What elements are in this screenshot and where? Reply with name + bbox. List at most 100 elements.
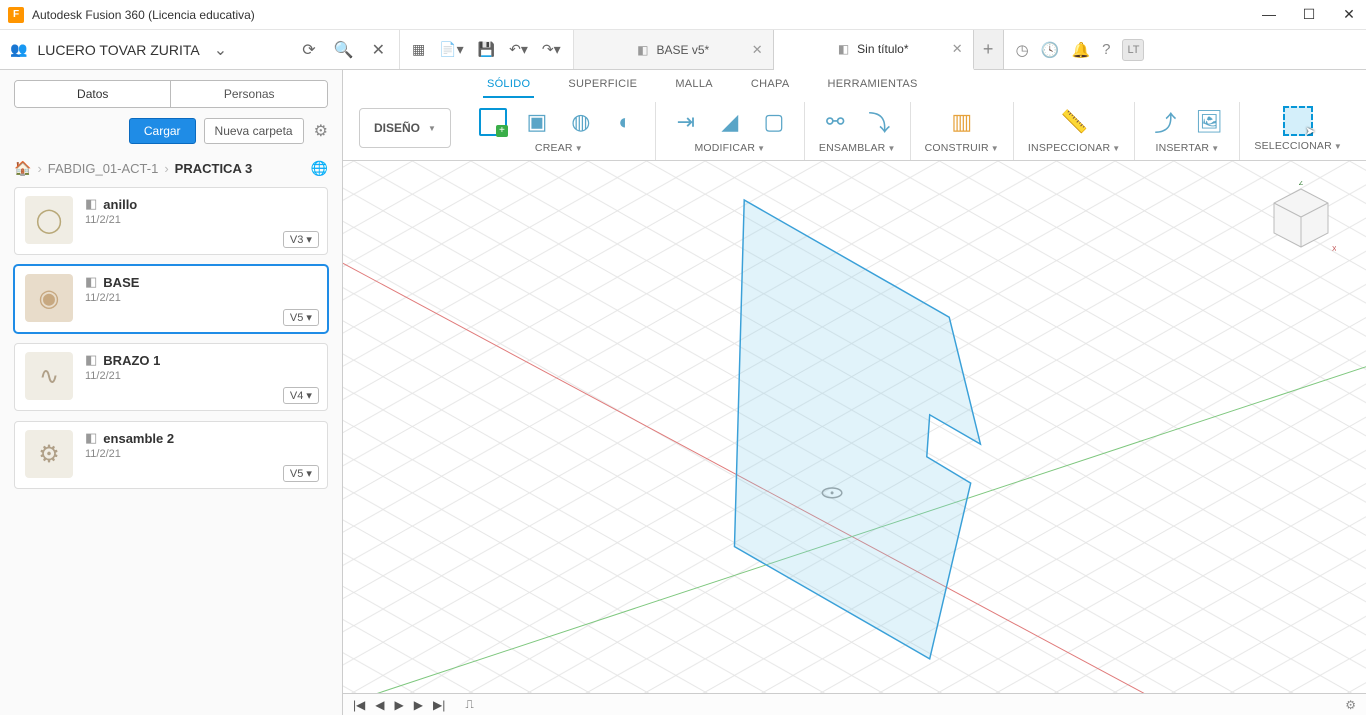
file-card-brazo[interactable]: ∿ ◧BRAZO 1 11/2/21 V4 ▾ xyxy=(14,343,328,411)
ribbon-group-label[interactable]: INSPECCIONAR▼ xyxy=(1028,142,1120,154)
timeline-prev-icon[interactable]: ◀ xyxy=(375,698,384,712)
panel-toggle: Datos Personas xyxy=(14,80,328,108)
fillet-icon[interactable]: ◢ xyxy=(714,106,746,138)
timeline-play-icon[interactable]: ▶ xyxy=(395,698,404,712)
panel-settings-icon[interactable]: ⚙ xyxy=(314,121,328,141)
file-date: 11/2/21 xyxy=(85,448,317,460)
ribbon-group-label[interactable]: CREAR▼ xyxy=(535,142,583,154)
new-folder-button[interactable]: Nueva carpeta xyxy=(204,118,304,144)
viewport[interactable]: Z X xyxy=(343,161,1366,693)
version-dropdown[interactable]: V4 ▾ xyxy=(283,387,319,404)
ribbon-group-create: ▣ ◍ ◐ CREAR▼ xyxy=(463,102,656,160)
timeline-bar: |◀ ◀ ▶ ▶ ▶| ⎍ ⚙ xyxy=(343,693,1366,715)
cube-icon: ◧ xyxy=(85,430,97,446)
create-sketch-icon[interactable] xyxy=(479,108,507,136)
close-panel-icon[interactable]: ✕ xyxy=(368,40,389,60)
people-toggle[interactable]: Personas xyxy=(171,81,326,107)
viewcube[interactable]: Z X xyxy=(1266,181,1336,261)
ribbon-group-modify: ⇥ ◢ ▢ MODIFICAR▼ xyxy=(656,102,805,160)
version-dropdown[interactable]: V5 ▾ xyxy=(283,309,319,326)
timeline-start-icon[interactable]: |◀ xyxy=(353,698,365,712)
plane-icon[interactable]: ▥ xyxy=(946,106,978,138)
share-icon[interactable]: 🌐 xyxy=(311,160,328,177)
ribbon-group-label[interactable]: ENSAMBLAR▼ xyxy=(819,142,896,154)
refresh-icon[interactable]: ⟳ xyxy=(298,40,319,60)
breadcrumb-link[interactable]: FABDIG_01-ACT-1 xyxy=(48,161,159,176)
document-tab-label: BASE v5* xyxy=(656,43,709,57)
titlebar: F Autodesk Fusion 360 (Licencia educativ… xyxy=(0,0,1366,30)
window-minimize-button[interactable]: — xyxy=(1260,6,1278,23)
timeline-end-icon[interactable]: ▶| xyxy=(433,698,445,712)
press-pull-icon[interactable]: ⇥ xyxy=(670,106,702,138)
measure-icon[interactable]: 📏 xyxy=(1058,106,1090,138)
ribbon-tab-solid[interactable]: SÓLIDO xyxy=(483,74,534,98)
save-icon[interactable]: 💾 xyxy=(478,41,495,58)
cube-icon: ◧ xyxy=(838,42,849,56)
select-icon[interactable] xyxy=(1283,106,1313,136)
new-tab-button[interactable]: + xyxy=(974,30,1004,69)
breadcrumb-separator: › xyxy=(37,161,41,176)
upload-button[interactable]: Cargar xyxy=(129,118,196,144)
team-name[interactable]: LUCERO TOVAR ZURITA xyxy=(37,42,199,58)
ribbon-tab-tools[interactable]: HERRAMIENTAS xyxy=(824,74,922,98)
canvas-area: SÓLIDO SUPERFICIE MALLA CHAPA HERRAMIENT… xyxy=(343,70,1366,715)
ribbon-group-label[interactable]: SELECCIONAR▼ xyxy=(1254,140,1342,152)
insert-derive-icon[interactable]: ⤴ xyxy=(1149,106,1181,138)
version-dropdown[interactable]: V5 ▾ xyxy=(283,465,319,482)
timeline-marker-icon[interactable]: ⎍ xyxy=(465,697,473,712)
file-name: BRAZO 1 xyxy=(103,353,160,368)
breadcrumb-separator: › xyxy=(164,161,168,176)
document-tab-untitled[interactable]: ◧ Sin título* ✕ xyxy=(774,30,974,70)
ribbon-tab-sheet[interactable]: CHAPA xyxy=(747,74,794,98)
redo-icon[interactable]: ↷▾ xyxy=(542,41,561,58)
document-tab-base[interactable]: ◧ BASE v5* ✕ xyxy=(574,30,774,69)
job-status-icon[interactable]: 🕓 xyxy=(1041,41,1060,59)
cube-icon: ◧ xyxy=(85,196,97,212)
cylinder-icon[interactable]: ◍ xyxy=(565,106,597,138)
search-icon[interactable]: 🔍 xyxy=(330,40,358,60)
team-icon: 👥 xyxy=(10,41,27,58)
ribbon-tab-mesh[interactable]: MALLA xyxy=(671,74,717,98)
ribbon-group-label[interactable]: INSERTAR▼ xyxy=(1155,142,1219,154)
insert-image-icon[interactable]: 🖼 xyxy=(1193,106,1225,138)
help-icon[interactable]: ? xyxy=(1102,41,1110,58)
as-built-joint-icon[interactable]: ⤵ xyxy=(863,106,895,138)
shell-icon[interactable]: ▢ xyxy=(758,106,790,138)
notifications-icon[interactable]: 🔔 xyxy=(1071,41,1090,59)
header-row: 👥 LUCERO TOVAR ZURITA ⌄ ⟳ 🔍 ✕ ▦ 📄▾ 💾 ↶▾ … xyxy=(0,30,1366,70)
tab-close-icon[interactable]: ✕ xyxy=(952,41,963,57)
chevron-down-icon: ▼ xyxy=(428,124,436,133)
file-card-base[interactable]: ◉ ◧BASE 11/2/21 V5 ▾ xyxy=(14,265,328,333)
box-icon[interactable]: ▣ xyxy=(521,106,553,138)
viewport-canvas[interactable] xyxy=(343,161,1366,693)
ribbon-tab-surface[interactable]: SUPERFICIE xyxy=(564,74,641,98)
timeline-settings-icon[interactable]: ⚙ xyxy=(1345,698,1356,712)
undo-icon[interactable]: ↶▾ xyxy=(509,41,528,58)
joint-icon[interactable]: ⚯ xyxy=(819,106,851,138)
home-icon[interactable]: 🏠 xyxy=(14,160,31,177)
ribbon-group-insert: ⤴ 🖼 INSERTAR▼ xyxy=(1135,102,1240,160)
team-dropdown-icon[interactable]: ⌄ xyxy=(210,40,231,60)
workspace-selector[interactable]: DISEÑO ▼ xyxy=(359,108,451,148)
file-card-anillo[interactable]: ◯ ◧anillo 11/2/21 V3 ▾ xyxy=(14,187,328,255)
version-dropdown[interactable]: V3 ▾ xyxy=(283,231,319,248)
ribbon-group-label[interactable]: MODIFICAR▼ xyxy=(694,142,765,154)
quick-access-toolbar: ▦ 📄▾ 💾 ↶▾ ↷▾ xyxy=(400,30,574,69)
file-date: 11/2/21 xyxy=(85,214,317,226)
extensions-icon[interactable]: ◷ xyxy=(1016,41,1029,59)
breadcrumb-current: PRACTICA 3 xyxy=(175,161,253,176)
file-menu-icon[interactable]: 📄▾ xyxy=(439,41,463,58)
data-toggle[interactable]: Datos xyxy=(15,81,171,107)
tab-close-icon[interactable]: ✕ xyxy=(752,42,763,58)
window-close-button[interactable]: ✕ xyxy=(1340,6,1358,23)
window-maximize-button[interactable]: ☐ xyxy=(1300,6,1318,23)
grid-icon[interactable]: ▦ xyxy=(412,41,425,58)
user-avatar[interactable]: LT xyxy=(1122,39,1144,61)
sphere-icon[interactable]: ◐ xyxy=(609,106,641,138)
timeline-next-icon[interactable]: ▶ xyxy=(414,698,423,712)
ribbon-group-select: SELECCIONAR▼ xyxy=(1240,102,1356,160)
file-name: anillo xyxy=(103,197,137,212)
ribbon-group-label[interactable]: CONSTRUIR▼ xyxy=(925,142,999,154)
file-date: 11/2/21 xyxy=(85,292,317,304)
file-card-ensamble[interactable]: ⚙ ◧ensamble 2 11/2/21 V5 ▾ xyxy=(14,421,328,489)
